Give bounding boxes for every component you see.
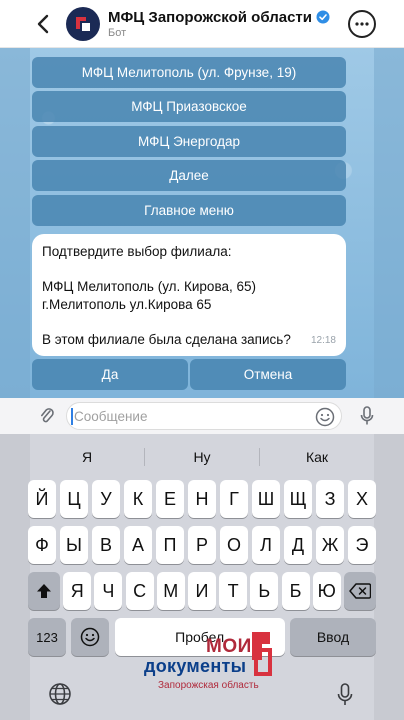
backspace-key[interactable] <box>343 572 376 610</box>
backspace-icon <box>349 583 371 599</box>
inline-button-mfc-energodar[interactable]: МФЦ Энергодар <box>32 126 346 157</box>
emoji-icon <box>81 627 100 647</box>
key[interactable]: Ы <box>60 526 88 564</box>
inline-button-main-menu[interactable]: Главное меню <box>32 195 346 226</box>
suggestion-item[interactable]: Ну <box>145 442 259 472</box>
key-row-3: Я Ч С М И Т Ь Б Ю <box>28 572 376 610</box>
chat-messages-area[interactable]: МФЦ Мелитополь (ул. Фрунзе, 19) МФЦ Приа… <box>0 48 404 398</box>
key[interactable]: Ж <box>316 526 344 564</box>
key[interactable]: З <box>316 480 344 518</box>
shift-arrow-icon <box>37 584 51 598</box>
chat-header: МФЦ Запорожской области Бот <box>0 0 404 48</box>
key[interactable]: Ф <box>28 526 56 564</box>
message-timestamp: 12:18 <box>310 335 336 346</box>
inline-button-yes[interactable]: Да <box>32 359 188 390</box>
voice-message-button[interactable] <box>352 405 382 427</box>
background-strip-right <box>374 48 404 398</box>
microphone-icon <box>337 683 353 705</box>
key[interactable]: С <box>125 572 154 610</box>
key[interactable]: Л <box>252 526 280 564</box>
key-row-1: Й Ц У К Е Н Г Ш Щ З Х <box>28 480 376 518</box>
key[interactable]: И <box>187 572 216 610</box>
key[interactable]: М <box>156 572 185 610</box>
message-text-line: г.Мелитополь ул.Кирова 65 <box>42 297 212 312</box>
more-options-button[interactable] <box>348 9 376 38</box>
logo-text-region: Запорожская область <box>158 680 259 691</box>
verified-badge-icon <box>316 10 330 24</box>
inline-button-cancel[interactable]: Отмена <box>190 359 346 390</box>
key[interactable]: Ш <box>252 480 280 518</box>
logo-mark-icon <box>252 632 272 676</box>
message-text-line: МФЦ Мелитополь (ул. Кирова, 65) <box>42 279 256 294</box>
key[interactable]: Р <box>188 526 216 564</box>
ellipsis-icon <box>355 21 369 26</box>
chevron-left-icon <box>37 14 49 33</box>
message-input-bar <box>0 398 404 434</box>
inline-button-mfc-melitopol-frunze[interactable]: МФЦ Мелитополь (ул. Фрунзе, 19) <box>32 57 346 88</box>
enter-key[interactable]: Ввод <box>289 618 376 656</box>
back-button[interactable] <box>26 0 60 48</box>
suggestion-bar: Я Ну Как <box>30 442 374 472</box>
background-strip-left <box>0 48 30 398</box>
key[interactable]: Н <box>188 480 216 518</box>
key-row-2: Ф Ы В А П Р О Л Д Ж Э <box>28 526 376 564</box>
suggestion-item[interactable]: Я <box>30 442 144 472</box>
mfc-logo-icon <box>76 16 90 31</box>
emoji-icon <box>315 407 335 427</box>
emoji-button[interactable] <box>315 407 335 432</box>
key[interactable]: Т <box>219 572 248 610</box>
inline-button-mfc-priazovskoe[interactable]: МФЦ Приазовское <box>32 91 346 122</box>
logo-text-moi: МОИ <box>206 636 252 657</box>
logo-text-dokumenty: документы <box>144 656 247 676</box>
key[interactable]: Х <box>348 480 376 518</box>
key[interactable]: А <box>124 526 152 564</box>
message-text-line: В этом филиале была сделана запись? <box>42 332 291 347</box>
message-text-line: Подтвердите выбор филиала: <box>42 244 232 259</box>
key[interactable]: Ц <box>60 480 88 518</box>
key[interactable]: Ь <box>250 572 279 610</box>
key[interactable]: Е <box>156 480 184 518</box>
key[interactable]: П <box>156 526 184 564</box>
message-input[interactable] <box>74 408 294 424</box>
key[interactable]: Г <box>220 480 248 518</box>
key[interactable]: Й <box>28 480 56 518</box>
chat-title-area[interactable]: МФЦ Запорожской области Бот <box>108 9 348 39</box>
language-switch-button[interactable] <box>48 682 72 711</box>
text-cursor <box>71 407 73 425</box>
key[interactable]: Э <box>348 526 376 564</box>
numbers-key[interactable]: 123 <box>28 618 66 656</box>
paperclip-icon <box>41 408 54 423</box>
key[interactable]: Д <box>284 526 312 564</box>
key[interactable]: О <box>220 526 248 564</box>
key[interactable]: Б <box>281 572 310 610</box>
attach-button[interactable] <box>32 406 62 426</box>
bot-message-bubble: Подтвердите выбор филиала: МФЦ Мелитопол… <box>32 234 346 356</box>
microphone-icon <box>360 406 374 425</box>
emoji-key[interactable] <box>71 618 110 656</box>
message-field[interactable] <box>66 402 342 430</box>
dictation-button[interactable] <box>336 682 354 713</box>
suggestion-item[interactable]: Как <box>260 442 374 472</box>
globe-icon <box>49 683 71 705</box>
chat-title: МФЦ Запорожской области <box>108 8 312 26</box>
key[interactable]: Я <box>63 572 92 610</box>
key[interactable]: У <box>92 480 120 518</box>
moi-dokumenty-logo: МОИ документы Запорожская область <box>144 630 274 712</box>
inline-button-next[interactable]: Далее <box>32 160 346 191</box>
telegram-bot-chat-screen: МФЦ Запорожской области Бот МФЦ Мелитопо… <box>0 0 404 720</box>
shift-key[interactable] <box>28 572 60 610</box>
key[interactable]: В <box>92 526 120 564</box>
bot-avatar[interactable] <box>66 6 100 41</box>
key[interactable]: Ч <box>94 572 123 610</box>
key[interactable]: Щ <box>284 480 312 518</box>
key[interactable]: К <box>124 480 152 518</box>
chat-subtitle: Бот <box>108 26 127 39</box>
key[interactable]: Ю <box>312 572 341 610</box>
